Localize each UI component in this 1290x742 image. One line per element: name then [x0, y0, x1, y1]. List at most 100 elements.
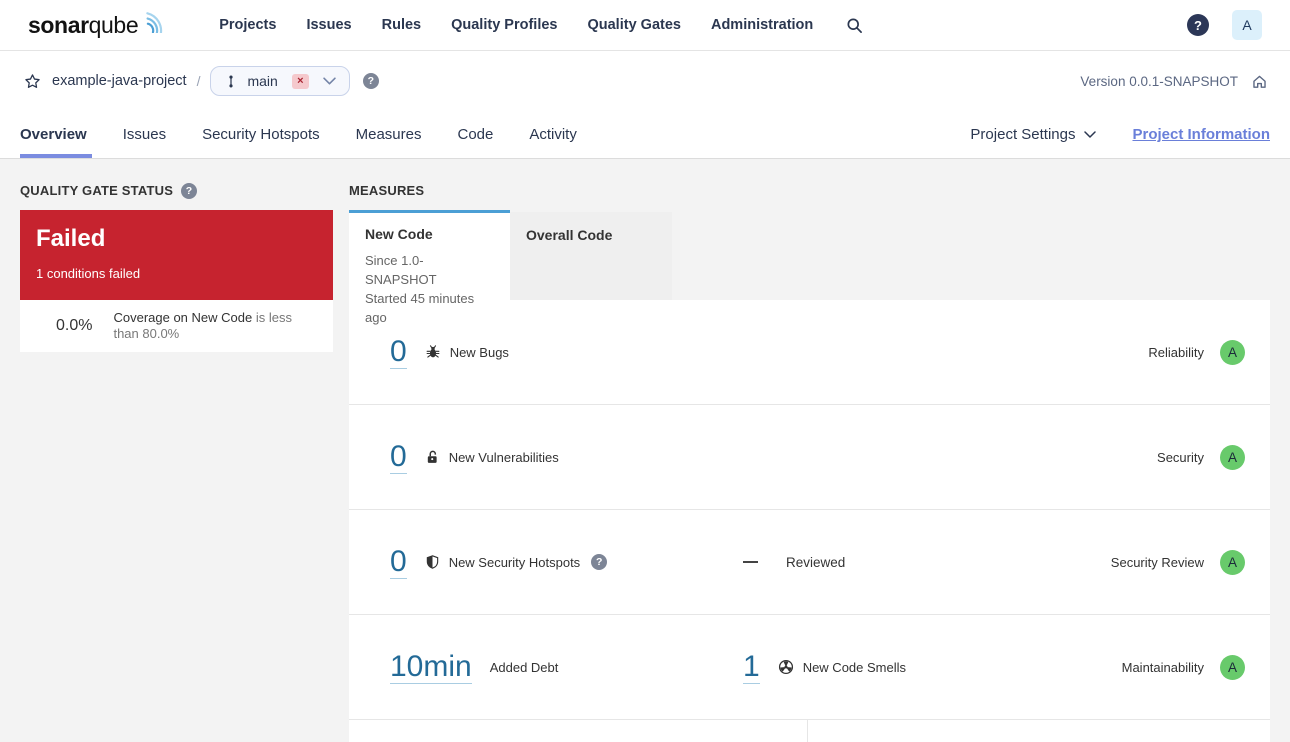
condition-description: Coverage on New Code is less than 80.0% — [113, 310, 319, 342]
new-code-smells-count-link[interactable]: 1 — [743, 650, 760, 684]
sonarqube-logo[interactable]: sonarqube — [28, 12, 170, 38]
logo-text: sonarqube — [28, 12, 139, 38]
new-security-hotspots-label: New Security Hotspots — [448, 554, 581, 570]
new-security-hotspots-metric: New Security Hotspots ? — [425, 554, 608, 570]
reliability-rating: Reliability A — [1148, 339, 1245, 365]
added-debt-link[interactable]: 10min — [390, 650, 472, 684]
nav-rules[interactable]: Rules — [367, 17, 437, 33]
chevron-down-icon — [1084, 131, 1097, 138]
measure-row-vulnerabilities: 0 New Vulnerabilities Security A — [349, 405, 1270, 510]
open-lock-icon — [427, 450, 437, 463]
nav-quality-profiles[interactable]: Quality Profiles — [436, 17, 572, 33]
measure-row-maintainability: 10min Added Debt 1 New Code Smells Maint… — [349, 615, 1270, 720]
reviewed-dash — [743, 561, 758, 563]
new-security-hotspots-count-link[interactable]: 0 — [390, 545, 407, 579]
quality-gate-help-icon[interactable]: ? — [181, 182, 198, 199]
branch-clear-icon[interactable]: × — [291, 73, 309, 89]
new-code-since: Since 1.0-SNAPSHOT — [365, 253, 437, 287]
tab-bar-right: Project Settings Project Information — [970, 126, 1270, 143]
measures-title-text: MEASURES — [349, 183, 425, 198]
new-code-smells-metric: New Code Smells — [778, 659, 906, 675]
security-review-rating: Security Review A — [1110, 549, 1245, 575]
security-rating: Security A — [1157, 444, 1245, 470]
overview-content: QUALITY GATE STATUS ? Failed 1 condition… — [0, 159, 1290, 742]
project-version: Version 0.0.1-SNAPSHOT — [1080, 73, 1238, 89]
coverage-cell — [349, 720, 808, 742]
new-bugs-label: New Bugs — [449, 344, 509, 360]
maintainability-label: Maintainability — [1121, 659, 1204, 675]
added-debt-metric: Added Debt — [490, 660, 559, 675]
breadcrumb: example-java-project / main × ? Version … — [0, 51, 1290, 111]
quality-gate-status-card: Failed 1 conditions failed — [20, 210, 333, 300]
tab-overview[interactable]: Overview — [20, 111, 105, 158]
project-settings-label: Project Settings — [970, 126, 1076, 143]
shield-icon — [426, 555, 438, 569]
branch-selector[interactable]: main × — [210, 66, 350, 96]
nav-issues[interactable]: Issues — [291, 17, 366, 33]
home-icon[interactable] — [1251, 73, 1268, 90]
branch-icon — [224, 74, 238, 89]
overall-code-tab-label: Overall Code — [526, 227, 613, 243]
maintainability-rating-badge[interactable]: A — [1220, 654, 1245, 680]
security-hotspots-help-icon[interactable]: ? — [591, 554, 608, 570]
measures-body: 0 New Bugs Reliability A 0 New Vulnerabi… — [349, 300, 1270, 742]
project-settings-menu[interactable]: Project Settings — [970, 126, 1097, 143]
reliability-label: Reliability — [1148, 344, 1204, 360]
new-code-tab-label: New Code — [365, 226, 433, 242]
bug-icon — [426, 345, 440, 358]
tab-activity[interactable]: Activity — [511, 111, 595, 158]
code-smells-group: 1 New Code Smells — [743, 650, 906, 684]
hotspots-reviewed-group: Reviewed — [743, 555, 845, 570]
condition-value: 0.0% — [56, 317, 93, 334]
new-bugs-metric: New Bugs — [425, 344, 509, 360]
maintainability-rating: Maintainability A — [1121, 654, 1245, 680]
new-vulnerabilities-metric: New Vulnerabilities — [425, 449, 559, 465]
measure-row-security-hotspots: 0 New Security Hotspots ? Reviewed Secur… — [349, 510, 1270, 615]
tab-new-code[interactable]: New Code Since 1.0-SNAPSHOT Started 45 m… — [349, 210, 510, 325]
reliability-rating-badge[interactable]: A — [1220, 339, 1245, 365]
tab-measures[interactable]: Measures — [338, 111, 440, 158]
top-nav: sonarqube Projects Issues Rules Quality … — [0, 0, 1290, 51]
project-name-link[interactable]: example-java-project — [52, 73, 187, 89]
measure-row-bugs: 0 New Bugs Reliability A — [349, 300, 1270, 405]
project-information-link[interactable]: Project Information — [1132, 126, 1270, 143]
security-rating-badge[interactable]: A — [1220, 444, 1245, 470]
measures-title: MEASURES — [349, 183, 1270, 198]
nav-quality-gates[interactable]: Quality Gates — [572, 17, 695, 33]
top-nav-right: ? A — [1187, 10, 1262, 40]
new-code-smells-label: New Code Smells — [802, 659, 907, 675]
tab-code[interactable]: Code — [439, 111, 511, 158]
code-smell-icon — [778, 659, 793, 675]
security-label: Security — [1157, 449, 1204, 465]
branch-name: main — [247, 73, 278, 89]
breadcrumb-right: Version 0.0.1-SNAPSHOT — [1080, 73, 1268, 90]
measure-row-coverage-duplications — [349, 720, 1270, 742]
tab-issues[interactable]: Issues — [105, 111, 184, 158]
favorite-star-icon[interactable] — [24, 73, 41, 90]
new-bugs-count-link[interactable]: 0 — [390, 335, 407, 369]
quality-gate-title: QUALITY GATE STATUS ? — [20, 182, 333, 199]
help-icon[interactable]: ? — [1187, 14, 1209, 36]
search-icon[interactable] — [846, 17, 863, 34]
measures-panel: MEASURES New Code Since 1.0-SNAPSHOT Sta… — [349, 183, 1270, 742]
condition-metric: Coverage on New Code — [113, 310, 253, 325]
failed-condition-row[interactable]: 0.0% Coverage on New Code is less than 8… — [20, 300, 333, 352]
quality-gate-title-text: QUALITY GATE STATUS — [20, 183, 174, 198]
added-debt-label: Added Debt — [489, 659, 559, 675]
quality-gate-status: Failed — [36, 225, 106, 252]
new-vulnerabilities-count-link[interactable]: 0 — [390, 440, 407, 474]
user-avatar[interactable]: A — [1232, 10, 1262, 40]
chevron-down-icon — [323, 77, 336, 85]
nav-administration[interactable]: Administration — [696, 17, 828, 33]
quality-gate-panel: QUALITY GATE STATUS ? Failed 1 condition… — [20, 182, 333, 741]
branch-help-icon[interactable]: ? — [362, 73, 379, 89]
tab-security-hotspots[interactable]: Security Hotspots — [184, 111, 338, 158]
quality-gate-conditions-summary: 1 conditions failed — [36, 266, 141, 281]
new-vulnerabilities-label: New Vulnerabilities — [448, 449, 559, 465]
measures-tab-strip: New Code Since 1.0-SNAPSHOT Started 45 m… — [349, 210, 1270, 325]
sonar-waves-icon — [140, 6, 170, 33]
tab-overall-code[interactable]: Overall Code — [510, 212, 672, 300]
security-review-label: Security Review — [1110, 554, 1204, 570]
security-review-rating-badge[interactable]: A — [1220, 549, 1245, 575]
nav-projects[interactable]: Projects — [204, 17, 291, 33]
